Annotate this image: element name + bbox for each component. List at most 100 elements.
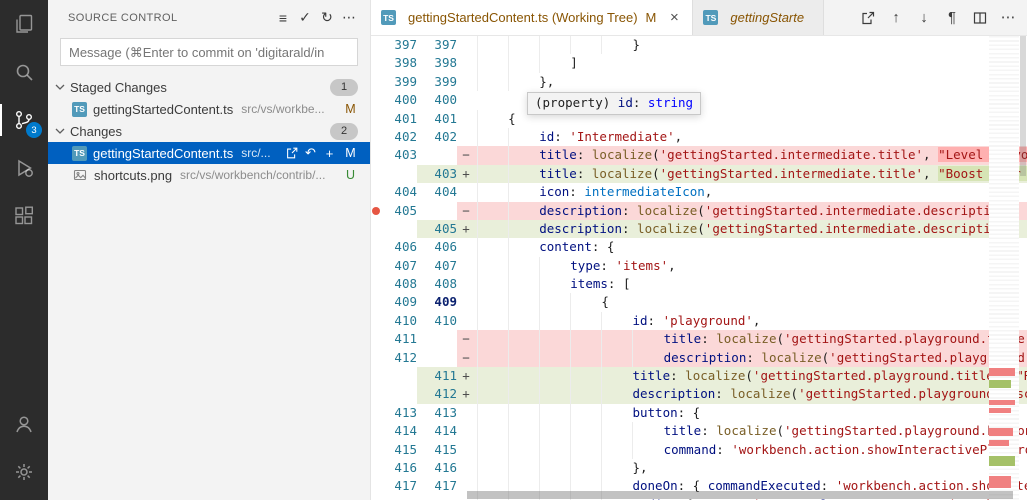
glyph-margin[interactable] xyxy=(371,496,381,500)
original-line-number[interactable]: 413 xyxy=(381,404,417,422)
original-line-number[interactable]: 415 xyxy=(381,441,417,459)
modified-line-number[interactable]: 405 xyxy=(417,219,457,239)
modified-line-number[interactable]: 397 xyxy=(417,36,457,54)
glyph-margin[interactable] xyxy=(371,422,381,440)
code-line[interactable]: 412 − description: localize('gettingStarte… xyxy=(371,348,1027,368)
stage-changes-button[interactable]: + xyxy=(320,144,339,163)
glyph-margin[interactable] xyxy=(371,36,381,54)
modified-line-number[interactable]: 411 xyxy=(417,367,457,386)
code-text[interactable]: { xyxy=(475,293,1027,312)
editor-tab[interactable]: TS gettingStarte xyxy=(693,0,825,35)
code-line[interactable]: 403 + title: localize('gettingStarted.inte… xyxy=(371,164,1027,184)
code-text[interactable]: title: localize('gettingStarted.playgrou… xyxy=(475,330,1027,349)
modified-line-number[interactable]: 412 xyxy=(417,385,457,404)
code-text[interactable]: } xyxy=(475,36,1027,55)
glyph-margin[interactable] xyxy=(371,110,381,128)
code-line[interactable]: 409 409 { xyxy=(371,293,1027,312)
code-line[interactable]: 414 414 title: localize('gettingStarted.pl… xyxy=(371,422,1027,441)
glyph-margin[interactable] xyxy=(371,459,381,477)
code-line[interactable]: 403− title: localize('gettingStarted.inte… xyxy=(371,146,1027,165)
original-line-number[interactable]: 416 xyxy=(381,459,417,477)
modified-line-number[interactable]: 406 xyxy=(417,238,457,256)
more-actions-button[interactable]: ⋯ xyxy=(997,7,1019,29)
tab-close-icon[interactable]: × xyxy=(666,9,682,26)
code-line[interactable]: 410 410 id: 'playground', xyxy=(371,311,1027,331)
modified-line-number[interactable]: 410 xyxy=(417,312,457,330)
glyph-margin[interactable] xyxy=(371,367,381,385)
original-line-number[interactable]: 401 xyxy=(381,110,417,128)
original-line-number[interactable]: 405 xyxy=(381,202,417,220)
glyph-margin[interactable] xyxy=(371,349,381,367)
discard-changes-button[interactable]: ↶ xyxy=(301,144,320,163)
original-line-number[interactable]: 403 xyxy=(381,146,417,164)
code-line[interactable]: 399 399}, xyxy=(371,72,1027,92)
minimap[interactable] xyxy=(989,36,1019,500)
original-line-number[interactable]: 410 xyxy=(381,312,417,330)
code-text[interactable]: title: localize('gettingStarted.intermed… xyxy=(475,164,1027,184)
original-line-number[interactable] xyxy=(381,385,417,403)
modified-line-number[interactable]: 416 xyxy=(417,459,457,477)
activity-explorer-button[interactable] xyxy=(0,0,48,48)
glyph-margin[interactable] xyxy=(371,385,381,403)
glyph-margin[interactable] xyxy=(371,165,381,183)
horizontal-scrollbar-thumb[interactable] xyxy=(467,491,1013,499)
commit-button[interactable]: ✓ xyxy=(294,7,316,29)
activity-run-debug-button[interactable] xyxy=(0,144,48,192)
original-line-number[interactable]: 412 xyxy=(381,349,417,367)
split-editor-button[interactable] xyxy=(969,7,991,29)
code-line[interactable]: 406 406 content: { xyxy=(371,238,1027,257)
original-line-number[interactable] xyxy=(381,165,417,183)
original-line-number[interactable]: 418 xyxy=(381,496,417,500)
modified-line-number[interactable] xyxy=(417,349,457,367)
code-text[interactable]: description: localize('gettingStarted.pl… xyxy=(475,348,1027,368)
glyph-margin[interactable] xyxy=(371,54,381,72)
code-text[interactable]: }, xyxy=(475,72,1027,92)
modified-line-number[interactable]: 418 xyxy=(417,496,457,500)
code-text[interactable]: icon: intermediateIcon, xyxy=(475,183,1027,202)
modified-line-number[interactable]: 409 xyxy=(417,293,457,311)
modified-line-number[interactable]: 398 xyxy=(417,54,457,72)
code-line[interactable]: 411 − title: localize('gettingStarted.play… xyxy=(371,330,1027,349)
original-line-number[interactable]: 404 xyxy=(381,183,417,201)
code-line[interactable]: 398 398] xyxy=(371,54,1027,73)
view-and-sort-button[interactable]: ≡ xyxy=(272,7,294,29)
modified-line-number[interactable] xyxy=(417,330,457,348)
code-line[interactable]: 402 402 id: 'Intermediate', xyxy=(371,127,1027,147)
modified-line-number[interactable]: 414 xyxy=(417,422,457,440)
toggle-whitespace-button[interactable]: ¶ xyxy=(941,7,963,29)
code-line[interactable]: 413 413 button: { xyxy=(371,403,1027,423)
code-text[interactable]: description: localize('gettingStarted.in… xyxy=(475,219,1027,239)
vertical-scrollbar[interactable] xyxy=(1019,36,1027,500)
glyph-margin[interactable] xyxy=(371,275,381,293)
modified-line-number[interactable]: 400 xyxy=(417,91,457,109)
code-text[interactable]: title: localize('gettingStarted.intermed… xyxy=(475,146,1027,165)
activity-source-control-button[interactable]: 3 xyxy=(0,96,48,144)
code-line[interactable]: 397 397} xyxy=(371,36,1027,55)
code-text[interactable]: command: 'workbench.action.showInteracti… xyxy=(475,440,1027,459)
code-text[interactable]: id: 'Intermediate', xyxy=(475,127,1027,147)
glyph-margin[interactable] xyxy=(371,293,381,311)
glyph-margin[interactable] xyxy=(371,257,381,275)
original-line-number[interactable] xyxy=(381,367,417,385)
original-line-number[interactable]: 407 xyxy=(381,257,417,275)
code-text[interactable]: type: 'items', xyxy=(475,256,1027,276)
open-file-button[interactable] xyxy=(282,144,301,163)
modified-line-number[interactable]: 404 xyxy=(417,183,457,201)
scm-file-row[interactable]: TS gettingStartedContent.ts src/vs/workbe.… xyxy=(48,98,370,120)
original-line-number[interactable]: 398 xyxy=(381,54,417,72)
code-text[interactable]: }, xyxy=(475,458,1027,478)
scm-group-header[interactable]: Changes 2 xyxy=(48,120,370,142)
code-line[interactable]: 416 416}, xyxy=(371,458,1027,478)
vertical-scrollbar-thumb[interactable] xyxy=(1020,36,1026,176)
original-line-number[interactable]: 417 xyxy=(381,477,417,495)
glyph-margin[interactable] xyxy=(371,404,381,422)
previous-change-button[interactable]: ↑ xyxy=(885,7,907,29)
editor-tab[interactable]: TS gettingStartedContent.ts (Working Tree… xyxy=(371,0,694,35)
code-line[interactable]: 404 404 icon: intermediateIcon, xyxy=(371,183,1027,202)
modified-line-number[interactable]: 407 xyxy=(417,257,457,275)
glyph-margin[interactable] xyxy=(371,183,381,201)
glyph-margin[interactable] xyxy=(371,441,381,459)
activity-extensions-button[interactable] xyxy=(0,192,48,240)
refresh-button[interactable]: ↻ xyxy=(316,7,338,29)
code-text[interactable]: button: { xyxy=(475,403,1027,423)
